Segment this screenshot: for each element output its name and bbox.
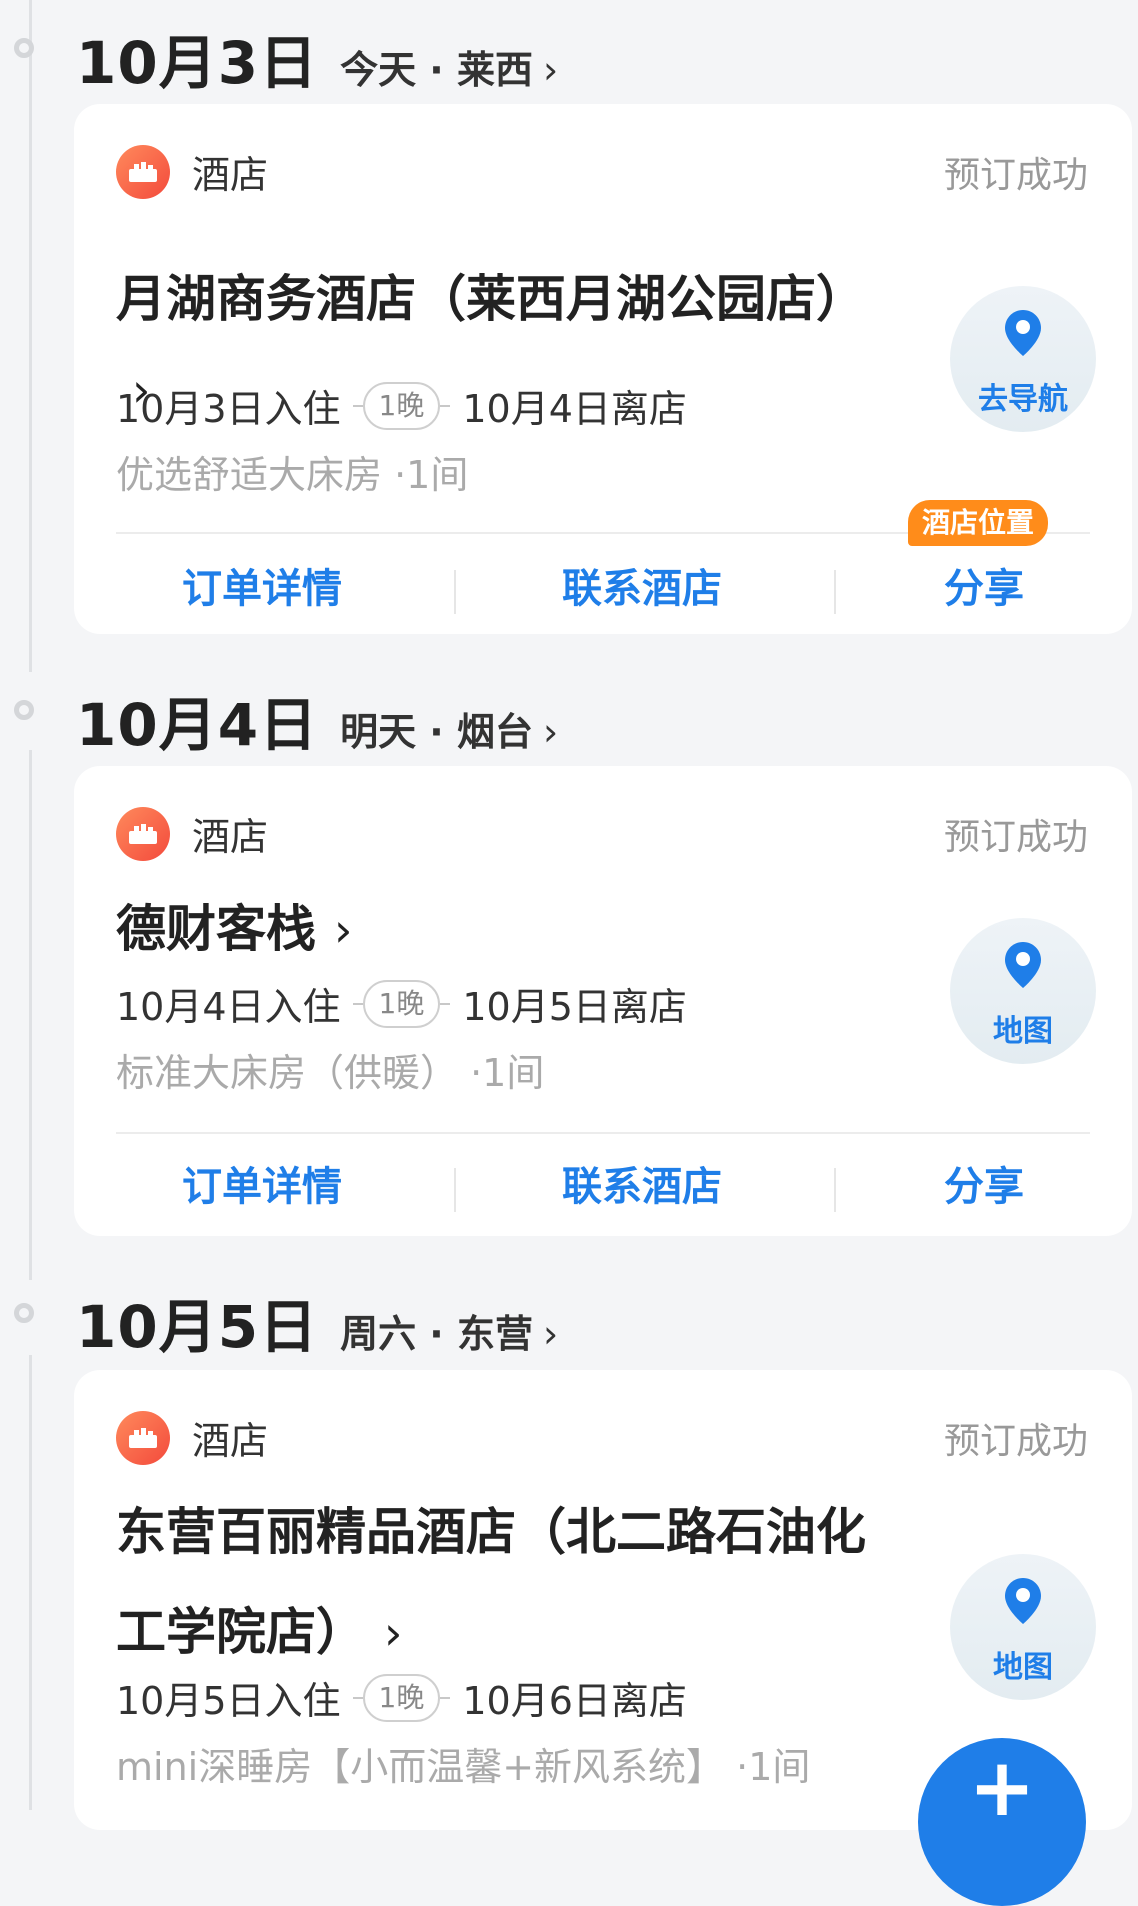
checkout-date: 10月4日离店 xyxy=(462,387,687,431)
timeline-dot xyxy=(14,700,34,720)
action-separator xyxy=(454,1168,456,1212)
checkin-date: 10月4日入住 xyxy=(116,985,341,1029)
contact-hotel-button[interactable]: 联系酒店 xyxy=(562,544,722,634)
order-type-label: 酒店 xyxy=(192,153,269,197)
room-info: 优选舒适大床房 ·1间 xyxy=(116,453,469,497)
chevron-right-icon: › xyxy=(542,1312,559,1356)
map-button[interactable]: 地图 xyxy=(950,1554,1096,1700)
hotel-name: 德财客栈 xyxy=(116,900,316,958)
timeline-line xyxy=(29,0,32,672)
day-subtitle: 今天 · 莱西 xyxy=(340,48,533,92)
chevron-right-icon: › xyxy=(542,710,559,754)
location-pin-icon xyxy=(1005,1578,1041,1624)
location-pin-icon xyxy=(1005,310,1041,356)
share-badge: 酒店位置 xyxy=(908,500,1049,546)
action-separator xyxy=(454,570,456,614)
timeline-dot xyxy=(14,1303,34,1323)
hotel-icon xyxy=(116,806,170,861)
hotel-order-card[interactable]: 酒店 预订成功 德财客栈 › 10月4日入住 1晚 10月5日离店 标准大床房（供… xyxy=(74,766,1132,1236)
order-details-button[interactable]: 订单详情 xyxy=(182,544,342,634)
stay-dates: 10月5日入住 1晚 10月6日离店 xyxy=(116,1670,687,1725)
timeline-line xyxy=(29,1355,32,1810)
timeline-dot xyxy=(14,38,34,58)
day-date: 10月4日 xyxy=(76,691,319,759)
hotel-icon xyxy=(116,144,170,199)
hotel-name-link[interactable]: 东营百丽精品酒店（北二路石油化工学院店） › xyxy=(116,1482,906,1683)
chevron-right-icon: › xyxy=(384,1606,403,1660)
stay-dates: 10月4日入住 1晚 10月5日离店 xyxy=(116,976,687,1031)
map-label: 地图 xyxy=(993,1014,1053,1049)
hotel-name: 东营百丽精品酒店（北二路石油化工学院店） xyxy=(116,1503,866,1661)
day-header[interactable]: 10月3日 今天 · 莱西 › xyxy=(76,16,558,100)
navigate-button[interactable]: 去导航 xyxy=(950,286,1096,432)
room-info: 标准大床房（供暖） ·1间 xyxy=(116,1051,545,1095)
hotel-name: 月湖商务酒店（莱西月湖公园店） xyxy=(116,270,866,328)
share-button[interactable]: 分享 xyxy=(944,544,1024,634)
navigate-label: 去导航 xyxy=(978,382,1068,417)
contact-hotel-button[interactable]: 联系酒店 xyxy=(562,1142,722,1232)
hotel-name-link[interactable]: 德财客栈 › xyxy=(116,884,906,975)
order-type-label: 酒店 xyxy=(192,1419,269,1463)
checkin-date: 10月5日入住 xyxy=(116,1679,341,1723)
day-header[interactable]: 10月5日 周六 · 东营 › xyxy=(76,1280,558,1364)
day-date: 10月5日 xyxy=(76,1293,319,1361)
plus-icon: + xyxy=(968,1741,1036,1834)
chevron-right-icon: › xyxy=(334,903,353,957)
nights-badge: 1晚 xyxy=(362,979,441,1028)
location-pin-icon xyxy=(1005,942,1041,988)
divider xyxy=(116,1132,1090,1134)
order-status: 预订成功 xyxy=(943,155,1088,196)
order-type: 酒店 xyxy=(116,144,268,199)
card-actions: 订单详情 联系酒店 分享 xyxy=(74,1142,1132,1232)
checkin-date: 10月3日入住 xyxy=(116,387,341,431)
day-subtitle: 周六 · 东营 xyxy=(340,1312,533,1356)
stay-dates: 10月3日入住 1晚 10月4日离店 xyxy=(116,378,687,433)
order-status: 预订成功 xyxy=(943,817,1088,858)
nights-badge: 1晚 xyxy=(362,1673,441,1722)
order-details-button[interactable]: 订单详情 xyxy=(182,1142,342,1232)
order-type-label: 酒店 xyxy=(192,815,269,859)
share-button[interactable]: 分享 xyxy=(944,1142,1024,1232)
checkout-date: 10月5日离店 xyxy=(462,985,687,1029)
room-info: mini深睡房【小而温馨+新风系统】 ·1间 xyxy=(116,1745,811,1789)
checkout-date: 10月6日离店 xyxy=(462,1679,687,1723)
hotel-icon xyxy=(116,1410,170,1465)
order-type: 酒店 xyxy=(116,1410,268,1465)
day-header[interactable]: 10月4日 明天 · 烟台 › xyxy=(76,678,558,762)
nights-badge: 1晚 xyxy=(362,381,441,430)
map-button[interactable]: 地图 xyxy=(950,918,1096,1064)
day-subtitle: 明天 · 烟台 xyxy=(340,710,533,754)
order-type: 酒店 xyxy=(116,806,268,861)
action-separator xyxy=(834,570,836,614)
timeline-line xyxy=(29,750,32,1280)
chevron-right-icon: › xyxy=(542,48,559,92)
day-date: 10月3日 xyxy=(76,29,319,97)
add-trip-button[interactable]: + xyxy=(918,1738,1086,1906)
action-separator xyxy=(834,1168,836,1212)
order-status: 预订成功 xyxy=(943,1421,1088,1462)
hotel-order-card[interactable]: 酒店 预订成功 月湖商务酒店（莱西月湖公园店） › 10月3日入住 1晚 10月… xyxy=(74,104,1132,634)
card-actions: 订单详情 联系酒店 分享 酒店位置 xyxy=(74,500,1132,634)
map-label: 地图 xyxy=(993,1650,1053,1685)
